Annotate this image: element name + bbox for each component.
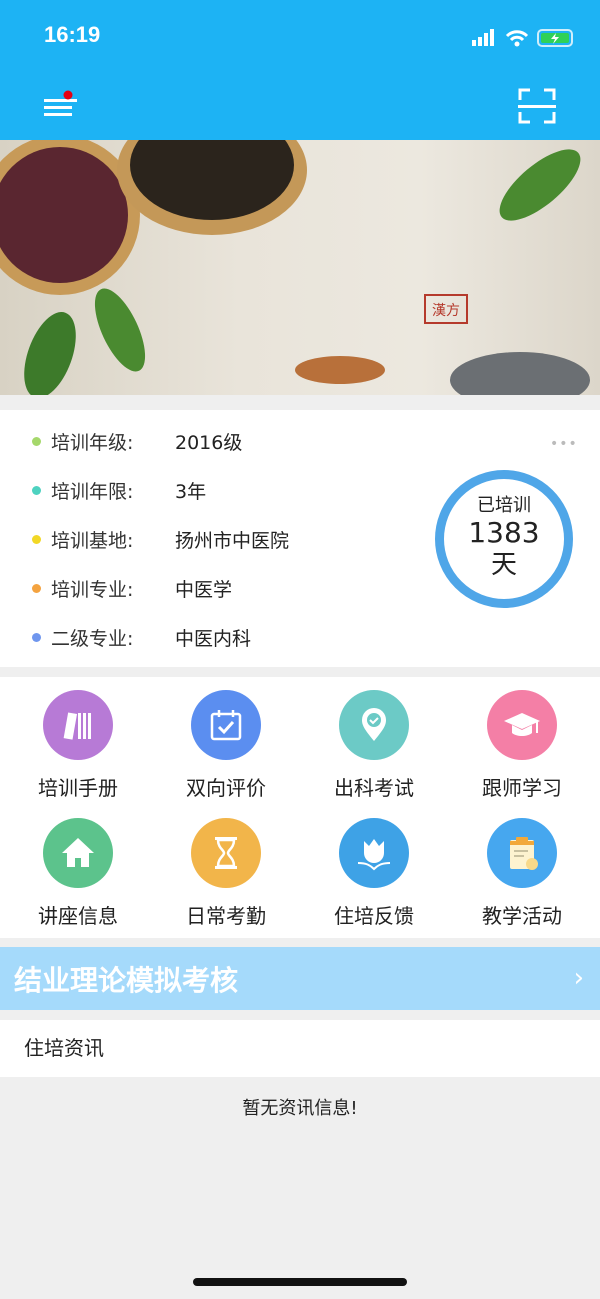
more-icon[interactable]: ••• [550, 436, 578, 452]
status-icons [472, 29, 573, 47]
info-row: 培训年级: 2016级 [32, 426, 242, 456]
grid-item-label: 培训手册 [38, 776, 118, 800]
grid-item-label: 日常考勤 [186, 904, 266, 928]
chevron-right-icon: › [573, 963, 584, 993]
tulip-icon [339, 818, 409, 888]
grid-item-3[interactable]: 跟师学习 [448, 690, 596, 801]
info-label: 培训年级: [51, 431, 134, 454]
info-value: 2016级 [175, 431, 243, 454]
location-check-icon [339, 690, 409, 760]
grid-item-label: 讲座信息 [38, 904, 118, 928]
info-row: 二级专业: 中医内科 [32, 622, 251, 652]
news-empty-text: 暂无资讯信息! [242, 1098, 358, 1119]
status-time: 16:19 [44, 22, 101, 47]
home-indicator[interactable] [193, 1278, 407, 1286]
mock-exam-banner[interactable]: 结业理论模拟考核 › [0, 947, 600, 1010]
bullet-dot [32, 436, 41, 446]
scan-icon[interactable] [518, 88, 556, 124]
grid-item-5[interactable]: 日常考勤 [152, 818, 300, 929]
info-label: 二级专业: [51, 627, 134, 650]
info-value: 扬州市中医院 [175, 529, 290, 552]
mock-exam-title: 结业理论模拟考核 [14, 963, 239, 997]
home-icon [43, 818, 113, 888]
bullet-dot [32, 632, 41, 642]
info-value: 3年 [175, 480, 207, 503]
grid-item-label: 出科考试 [334, 776, 414, 800]
info-row: 培训基地: 扬州市中医院 [32, 524, 289, 554]
clipboard-icon [487, 818, 557, 888]
grid-item-2[interactable]: 出科考试 [300, 690, 448, 801]
banner-image: 漢方 [0, 140, 600, 395]
grid-item-label: 双向评价 [186, 776, 266, 800]
bullet-dot [32, 534, 41, 544]
info-row: 培训专业: 中医学 [32, 573, 232, 603]
trained-unit: 天 [490, 550, 517, 580]
grid-item-1[interactable]: 双向评价 [152, 690, 300, 801]
trained-label: 已培训 [477, 495, 531, 516]
news-section-title: 住培资讯 [0, 1020, 600, 1077]
trained-days-ring: 已培训 1383 天 [435, 470, 573, 608]
info-value: 中医内科 [175, 627, 252, 650]
hourglass-icon [191, 818, 261, 888]
trained-days: 1383 [468, 516, 540, 549]
info-row: 培训年限: 3年 [32, 475, 206, 505]
grid-item-7[interactable]: 教学活动 [448, 818, 596, 929]
menu-icon[interactable] [43, 90, 79, 120]
header: 16:19 [0, 0, 600, 140]
info-label: 培训专业: [51, 578, 134, 601]
calendar-check-icon [191, 690, 261, 760]
grid-item-label: 住培反馈 [334, 904, 414, 928]
svg-text:漢方: 漢方 [432, 303, 460, 319]
grid-item-label: 跟师学习 [482, 776, 562, 800]
bullet-dot [32, 485, 41, 495]
info-value: 中医学 [175, 578, 233, 601]
info-label: 培训年限: [51, 480, 134, 503]
notification-badge [63, 90, 73, 100]
grid-item-label: 教学活动 [482, 904, 562, 928]
grid-item-4[interactable]: 讲座信息 [4, 818, 152, 929]
info-label: 培训基地: [51, 529, 134, 552]
grid-item-0[interactable]: 培训手册 [4, 690, 152, 801]
book-icon [43, 690, 113, 760]
bullet-dot [32, 583, 41, 593]
grid-item-6[interactable]: 住培反馈 [300, 818, 448, 929]
graduation-cap-icon [487, 690, 557, 760]
